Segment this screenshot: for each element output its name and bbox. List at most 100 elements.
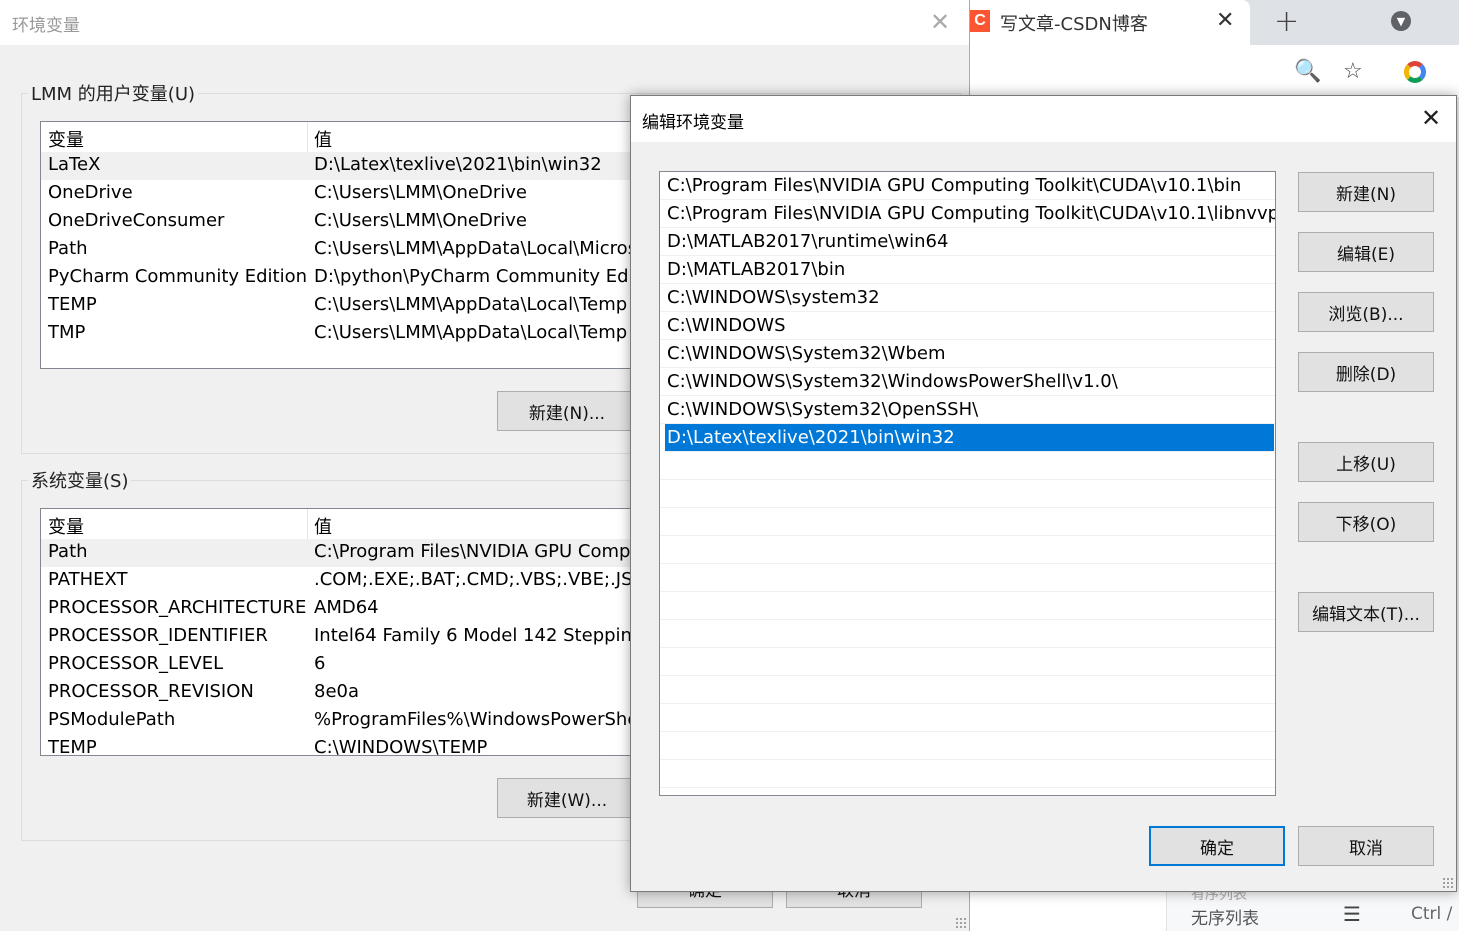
path-list-empty-row[interactable] bbox=[660, 508, 1275, 536]
path-list-item[interactable]: C:\WINDOWS\System32\OpenSSH\ bbox=[660, 396, 1275, 424]
var-name: PROCESSOR_REVISION bbox=[48, 681, 254, 702]
path-list-empty-row[interactable] bbox=[660, 452, 1275, 480]
edit-ok-button[interactable]: 确定 bbox=[1149, 826, 1285, 866]
edit-env-dialog: 编辑环境变量 ✕ C:\Program Files\NVIDIA GPU Com… bbox=[630, 95, 1457, 892]
resize-grip-icon[interactable] bbox=[955, 917, 967, 929]
path-move-up-button[interactable]: 上移(U) bbox=[1298, 442, 1434, 482]
browser-tab-csdn[interactable]: C 写文章-CSDN博客 ✕ bbox=[968, 0, 1250, 45]
browser-tab-bar: C 写文章-CSDN博客 ✕ + ▼ bbox=[968, 0, 1459, 45]
tab-close-icon[interactable]: ✕ bbox=[1216, 8, 1234, 33]
table-row[interactable]: Path C:\Users\LMM\AppData\Local\Micros bbox=[41, 236, 649, 264]
path-list[interactable]: C:\Program Files\NVIDIA GPU Computing To… bbox=[659, 171, 1276, 796]
table-row[interactable]: PROCESSOR_IDENTIFIER Intel64 Family 6 Mod… bbox=[41, 623, 649, 651]
table-row[interactable]: Path C:\Program Files\NVIDIA GPU Compu bbox=[41, 539, 649, 567]
tab-title: 写文章-CSDN博客 bbox=[1000, 14, 1148, 35]
edit-titlebar: 编辑环境变量 ✕ bbox=[631, 96, 1456, 142]
path-list-item[interactable]: C:\WINDOWS\system32 bbox=[660, 284, 1275, 312]
var-name: OneDriveConsumer bbox=[48, 210, 225, 231]
var-name: PATHEXT bbox=[48, 569, 128, 590]
bookmark-star-icon[interactable]: ☆ bbox=[1343, 59, 1363, 84]
extension-icon[interactable] bbox=[1404, 61, 1426, 83]
var-value: 8e0a bbox=[314, 681, 360, 702]
table-row[interactable]: PROCESSOR_LEVEL 6 bbox=[41, 651, 649, 679]
path-edit-text-button[interactable]: 编辑文本(T)... bbox=[1298, 592, 1434, 632]
system-vars-list[interactable]: 变量 值 Path C:\Program Files\NVIDIA GPU Com… bbox=[40, 508, 650, 756]
path-list-item[interactable]: C:\Program Files\NVIDIA GPU Computing To… bbox=[660, 200, 1275, 228]
table-row[interactable]: TMP C:\Users\LMM\AppData\Local\Temp bbox=[41, 320, 649, 348]
path-list-empty-row[interactable] bbox=[660, 676, 1275, 704]
edit-cancel-button[interactable]: 取消 bbox=[1298, 826, 1434, 866]
edit-close-icon[interactable]: ✕ bbox=[1421, 104, 1441, 132]
var-value: C:\WINDOWS\TEMP bbox=[314, 737, 488, 756]
table-row[interactable]: OneDriveConsumer C:\Users\LMM\OneDrive bbox=[41, 208, 649, 236]
path-list-empty-row[interactable] bbox=[660, 732, 1275, 760]
path-list-item[interactable]: D:\MATLAB2017\runtime\win64 bbox=[660, 228, 1275, 256]
path-list-empty-row[interactable] bbox=[660, 648, 1275, 676]
path-list-empty-row[interactable] bbox=[660, 704, 1275, 732]
user-vars-list[interactable]: 变量 值 LaTeX D:\Latex\texlive\2021\bin\win3… bbox=[40, 121, 650, 369]
path-list-item[interactable]: D:\Latex\texlive\2021\bin\win32 bbox=[665, 424, 1274, 452]
var-value: C:\Users\LMM\AppData\Local\Temp bbox=[314, 294, 628, 315]
editor-menu-panel: 有序列表 无序列表 ☰ Ctrl / bbox=[1166, 887, 1459, 931]
col-header-variable[interactable]: 变量 bbox=[48, 126, 84, 152]
menu-item-unordered-list[interactable]: 无序列表 bbox=[1191, 904, 1259, 929]
new-tab-icon[interactable]: + bbox=[1274, 4, 1299, 39]
tab-search-icon[interactable]: ▼ bbox=[1391, 11, 1411, 31]
table-row[interactable]: PSModulePath %ProgramFiles%\WindowsPowerS… bbox=[41, 707, 649, 735]
csdn-logo-icon: C bbox=[970, 10, 990, 32]
list-header: 变量 值 bbox=[41, 509, 649, 539]
path-list-empty-row[interactable] bbox=[660, 592, 1275, 620]
var-name: LaTeX bbox=[48, 154, 101, 175]
path-list-item[interactable]: C:\Program Files\NVIDIA GPU Computing To… bbox=[660, 172, 1275, 200]
table-row[interactable]: PyCharm Community Edition D:\python\PyCha… bbox=[41, 264, 649, 292]
var-value: %ProgramFiles%\WindowsPowerShe bbox=[314, 709, 639, 730]
var-name: PyCharm Community Edition bbox=[48, 266, 308, 287]
column-divider[interactable] bbox=[307, 509, 308, 539]
user-new-button[interactable]: 新建(N)... bbox=[497, 391, 637, 431]
path-list-item[interactable]: C:\WINDOWS bbox=[660, 312, 1275, 340]
var-name: PROCESSOR_IDENTIFIER bbox=[48, 625, 268, 646]
zoom-icon[interactable]: 🔍 bbox=[1294, 59, 1321, 84]
env-titlebar: 环境变量 ✕ bbox=[0, 0, 969, 45]
var-value: 6 bbox=[314, 653, 326, 674]
var-name: Path bbox=[48, 238, 88, 259]
resize-grip-icon[interactable] bbox=[1442, 877, 1454, 889]
var-name: TMP bbox=[48, 322, 86, 343]
column-divider[interactable] bbox=[307, 122, 308, 152]
table-row[interactable]: LaTeX D:\Latex\texlive\2021\bin\win32 bbox=[41, 152, 649, 180]
var-name: TEMP bbox=[48, 294, 97, 315]
system-vars-legend: 系统变量(S) bbox=[28, 467, 132, 493]
col-header-value[interactable]: 值 bbox=[314, 513, 332, 539]
var-value: C:\Users\LMM\OneDrive bbox=[314, 210, 527, 231]
table-row[interactable]: PROCESSOR_ARCHITECTURE AMD64 bbox=[41, 595, 649, 623]
var-value: .COM;.EXE;.BAT;.CMD;.VBS;.VBE;.JS;.JS bbox=[314, 569, 650, 590]
path-move-down-button[interactable]: 下移(O) bbox=[1298, 502, 1434, 542]
path-list-item[interactable]: D:\MATLAB2017\bin bbox=[660, 256, 1275, 284]
table-row[interactable]: TEMP C:\WINDOWS\TEMP bbox=[41, 735, 649, 756]
path-edit-button[interactable]: 编辑(E) bbox=[1298, 232, 1434, 272]
path-browse-button[interactable]: 浏览(B)... bbox=[1298, 292, 1434, 332]
var-value: C:\Users\LMM\AppData\Local\Temp bbox=[314, 322, 628, 343]
col-header-variable[interactable]: 变量 bbox=[48, 513, 84, 539]
path-new-button[interactable]: 新建(N) bbox=[1298, 172, 1434, 212]
table-row[interactable]: OneDrive C:\Users\LMM\OneDrive bbox=[41, 180, 649, 208]
var-name: OneDrive bbox=[48, 182, 133, 203]
table-row[interactable]: PATHEXT .COM;.EXE;.BAT;.CMD;.VBS;.VBE;.JS… bbox=[41, 567, 649, 595]
table-row[interactable]: PROCESSOR_REVISION 8e0a bbox=[41, 679, 649, 707]
path-list-item[interactable]: C:\WINDOWS\System32\WindowsPowerShell\v1… bbox=[660, 368, 1275, 396]
table-row[interactable]: TEMP C:\Users\LMM\AppData\Local\Temp bbox=[41, 292, 649, 320]
col-header-value[interactable]: 值 bbox=[314, 126, 332, 152]
path-list-empty-row[interactable] bbox=[660, 536, 1275, 564]
path-list-empty-row[interactable] bbox=[660, 620, 1275, 648]
path-list-empty-row[interactable] bbox=[660, 480, 1275, 508]
var-value: C:\Users\LMM\OneDrive bbox=[314, 182, 527, 203]
var-value: Intel64 Family 6 Model 142 Stepping bbox=[314, 625, 644, 646]
list-icon: ☰ bbox=[1343, 902, 1361, 926]
edit-dialog-title: 编辑环境变量 bbox=[642, 113, 744, 133]
system-new-button[interactable]: 新建(W)... bbox=[497, 778, 637, 818]
path-list-item[interactable]: C:\WINDOWS\System32\Wbem bbox=[660, 340, 1275, 368]
env-close-icon[interactable]: ✕ bbox=[930, 8, 950, 36]
path-list-empty-row[interactable] bbox=[660, 564, 1275, 592]
path-list-empty-row[interactable] bbox=[660, 760, 1275, 788]
path-delete-button[interactable]: 删除(D) bbox=[1298, 352, 1434, 392]
